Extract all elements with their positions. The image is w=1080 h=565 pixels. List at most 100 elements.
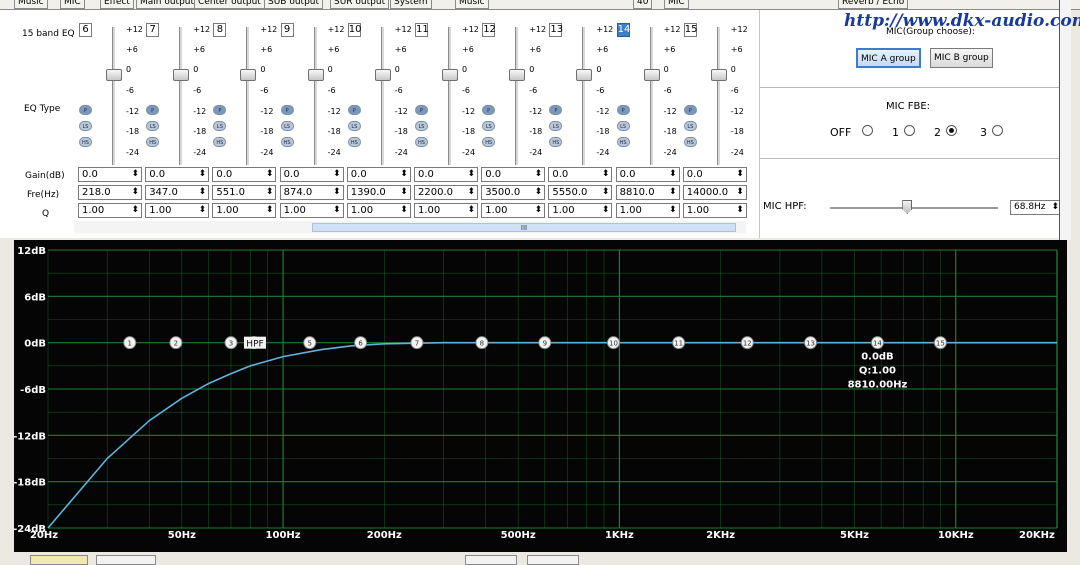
spin-arrows-icon[interactable]: ⬍ — [467, 168, 475, 181]
eq-type-p-button[interactable]: P — [146, 105, 160, 115]
eq-type-ls-button[interactable]: LS — [146, 121, 160, 131]
eq-type-ls-button[interactable]: LS — [347, 121, 361, 131]
band-number[interactable]: 15 — [683, 23, 698, 37]
gain-slider-track[interactable] — [179, 27, 184, 165]
spin-arrows-icon[interactable]: ⬍ — [266, 204, 274, 217]
q-field[interactable]: 1.00 ⬍ — [78, 203, 142, 218]
top-tab-8[interactable]: Music — [455, 0, 489, 9]
eq-type-p-button[interactable]: P — [280, 105, 294, 115]
eq-type-p-button[interactable]: P — [616, 105, 630, 115]
spin-arrows-icon[interactable]: ⬍ — [199, 204, 207, 217]
gain-field[interactable]: 0.0 ⬍ — [212, 167, 277, 182]
mic-hpf-slider-track[interactable] — [830, 207, 998, 209]
gain-slider-thumb[interactable] — [240, 69, 257, 81]
top-tab-10[interactable]: MIC — [664, 0, 689, 9]
spin-arrows-icon[interactable]: ⬍ — [602, 168, 610, 181]
band-number[interactable]: 8 — [213, 23, 227, 37]
spin-arrows-icon[interactable]: ⬍ — [266, 168, 274, 181]
bottom-button-2[interactable] — [96, 555, 156, 565]
bottom-button-1[interactable] — [30, 555, 88, 565]
gain-slider-thumb[interactable] — [374, 69, 391, 81]
spin-arrows-icon[interactable]: ⬍ — [535, 168, 543, 181]
eq-type-ls-button[interactable]: LS — [280, 121, 294, 131]
top-tab-5[interactable]: SUB output — [264, 0, 324, 9]
spin-arrows-icon[interactable]: ⬍ — [467, 186, 475, 199]
spin-arrows-icon[interactable]: ⬍ — [602, 204, 610, 217]
spin-arrows-icon[interactable]: ⬍ — [669, 186, 677, 199]
bottom-button-3[interactable] — [465, 555, 517, 565]
eq-type-ls-button[interactable]: LS — [415, 121, 428, 131]
spin-arrows-icon[interactable]: ⬍ — [602, 186, 610, 199]
gain-slider-track[interactable] — [716, 27, 721, 165]
freq-field[interactable]: 1390.0 ⬍ — [346, 185, 411, 200]
fbe-radio-2[interactable] — [946, 125, 957, 136]
eq-type-ls-button[interactable]: LS — [482, 121, 496, 131]
gain-slider-thumb[interactable] — [576, 69, 593, 81]
eq-type-hs-button[interactable]: HS — [280, 137, 294, 147]
fbe-radio-1[interactable] — [904, 125, 915, 136]
eq-type-p-button[interactable]: P — [549, 105, 563, 115]
top-tab-7[interactable]: System — [390, 0, 432, 9]
q-field[interactable]: 1.00 ⬍ — [481, 203, 546, 218]
gain-field[interactable]: 0.0 ⬍ — [346, 167, 411, 182]
gain-field[interactable]: 0.0 ⬍ — [78, 167, 142, 182]
gain-field[interactable]: 0.0 ⬍ — [414, 167, 478, 182]
spin-arrows-icon[interactable]: ⬍ — [669, 168, 677, 181]
spin-arrows-icon[interactable]: ⬍ — [736, 186, 744, 199]
eq-type-ls-button[interactable]: LS — [683, 121, 697, 131]
freq-field[interactable]: 5550.0 ⬍ — [548, 185, 613, 200]
q-field[interactable]: 1.00 ⬍ — [548, 203, 613, 218]
eq-type-hs-button[interactable]: HS — [347, 137, 361, 147]
spin-arrows-icon[interactable]: ⬍ — [400, 204, 408, 217]
eq-type-ls-button[interactable]: LS — [616, 121, 630, 131]
spin-arrows-icon[interactable]: ⬍ — [467, 204, 475, 217]
mic-a-group-button[interactable]: MIC A group — [856, 48, 921, 68]
eq-type-hs-button[interactable]: HS — [616, 137, 630, 147]
q-field[interactable]: 1.00 ⬍ — [145, 203, 210, 218]
top-tab-9[interactable]: 40 — [633, 0, 653, 9]
spin-arrows-icon[interactable]: ⬍ — [669, 204, 677, 217]
gain-slider-track[interactable] — [649, 27, 654, 165]
eq-scroll-thumb[interactable]: III — [312, 223, 736, 232]
freq-field[interactable]: 14000.0 ⬍ — [682, 185, 747, 200]
eq-type-ls-button[interactable]: LS — [213, 121, 227, 131]
gain-field[interactable]: 0.0 ⬍ — [481, 167, 546, 182]
band-number[interactable]: 13 — [549, 23, 563, 37]
top-tab-6[interactable]: SUR output — [330, 0, 390, 9]
spin-arrows-icon[interactable]: ⬍ — [266, 186, 274, 199]
gain-slider-track[interactable] — [515, 27, 520, 165]
freq-field[interactable]: 8810.0 ⬍ — [615, 185, 680, 200]
eq-response-graph[interactable]: 12dB6dB0dB-6dB-12dB-18dB-24dB20Hz 50Hz 100… — [14, 240, 1067, 552]
q-field[interactable]: 1.00 ⬍ — [279, 203, 344, 218]
eq-type-p-button[interactable]: P — [213, 105, 227, 115]
top-tab-11[interactable]: Reverb / Echo — [838, 0, 909, 9]
eq-type-ls-button[interactable]: LS — [79, 121, 92, 131]
gain-slider-track[interactable] — [313, 27, 318, 165]
gain-field[interactable]: 0.0 ⬍ — [548, 167, 613, 182]
gain-slider-track[interactable] — [448, 27, 452, 165]
spin-arrows-icon[interactable]: ⬍ — [535, 204, 543, 217]
right-edge-scrollbar[interactable] — [1059, 0, 1071, 240]
gain-slider-thumb[interactable] — [106, 69, 122, 81]
mic-b-group-button[interactable]: MIC B group — [930, 48, 993, 68]
gain-slider-thumb[interactable] — [173, 69, 190, 81]
eq-type-hs-button[interactable]: HS — [683, 137, 697, 147]
spin-arrows-icon[interactable]: ⬍ — [131, 168, 139, 181]
spin-arrows-icon[interactable]: ⬍ — [131, 186, 139, 199]
spin-arrows-icon[interactable]: ⬍ — [736, 168, 744, 181]
eq-type-p-button[interactable]: P — [482, 105, 496, 115]
gain-slider-track[interactable] — [246, 27, 251, 165]
gain-field[interactable]: 0.0 ⬍ — [279, 167, 344, 182]
eq-type-hs-button[interactable]: HS — [213, 137, 227, 147]
eq-type-p-button[interactable]: P — [415, 105, 428, 115]
band-number[interactable]: 9 — [280, 23, 294, 37]
q-field[interactable]: 1.00 ⬍ — [212, 203, 277, 218]
gain-slider-thumb[interactable] — [442, 69, 458, 81]
mic-hpf-slider-thumb[interactable] — [902, 200, 913, 214]
gain-slider-track[interactable] — [112, 27, 116, 165]
eq-type-p-button[interactable]: P — [347, 105, 361, 115]
band-number[interactable]: 6 — [79, 23, 92, 37]
eq-type-ls-button[interactable]: LS — [549, 121, 563, 131]
band-number[interactable]: 7 — [146, 23, 160, 37]
band-number[interactable]: 10 — [347, 23, 362, 37]
